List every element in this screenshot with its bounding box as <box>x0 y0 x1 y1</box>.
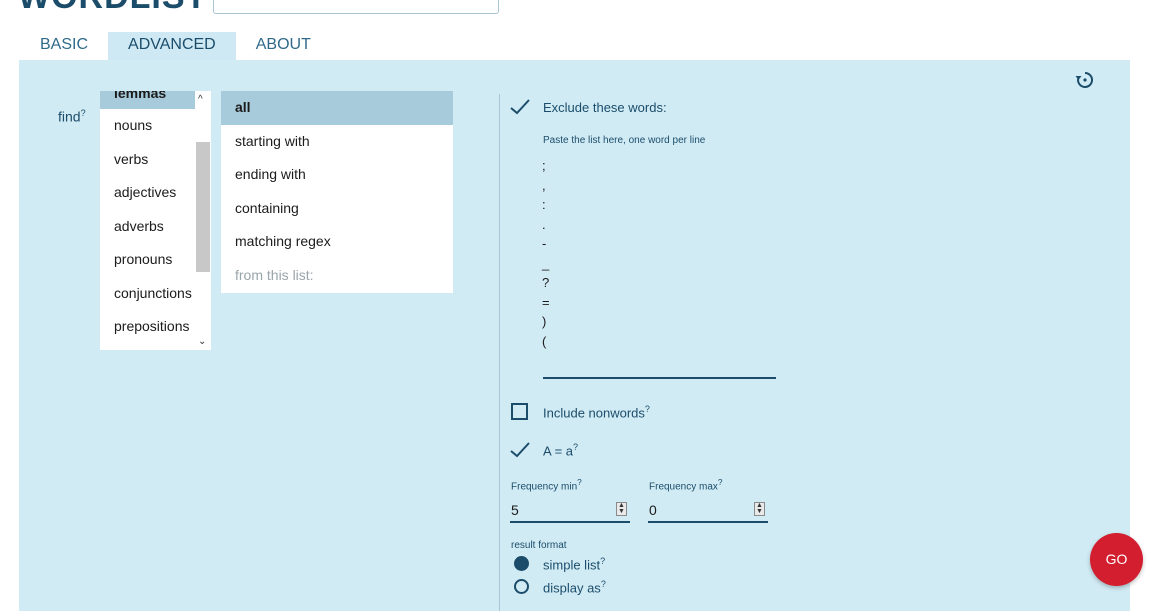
exclude-word: : <box>542 197 546 212</box>
exclude-words-textarea[interactable]: ; , : . - _ ? = ) ( <box>542 156 776 351</box>
match-type-list[interactable]: all starting with ending with containing… <box>221 91 453 293</box>
radio-display-as[interactable] <box>514 579 529 594</box>
include-nonwords-label: Include nonwords? <box>543 404 650 421</box>
exclude-word: . <box>542 216 546 232</box>
help-icon[interactable]: ? <box>718 477 723 487</box>
list-item[interactable]: from this list: <box>221 259 453 293</box>
app-title: WORDLIST <box>18 0 207 17</box>
list-item[interactable]: all <box>221 91 453 125</box>
find-label: find? <box>58 108 86 125</box>
exclude-word: ( <box>542 333 547 349</box>
list-item[interactable]: ending with <box>221 158 453 192</box>
scroll-up-icon[interactable]: ^ <box>198 94 203 105</box>
exclude-word: ; <box>542 158 546 173</box>
exclude-word: _ <box>542 255 550 271</box>
list-item[interactable]: matching regex <box>221 225 453 259</box>
stepper-icon[interactable]: ▲ ▼ <box>616 502 627 516</box>
exclude-hint: Paste the list here, one word per line <box>543 135 706 146</box>
frequency-min-value: 5 <box>511 502 519 518</box>
help-icon[interactable]: ? <box>81 108 86 118</box>
case-insensitive-label: A = a? <box>543 442 579 459</box>
include-nonwords-checkbox[interactable] <box>511 403 528 420</box>
exclude-word: = <box>542 294 550 310</box>
tab-about[interactable]: ABOUT <box>236 32 331 60</box>
frequency-max-label: Frequency max? <box>649 477 723 493</box>
exclude-label: Exclude these words: <box>543 100 667 115</box>
frequency-min-label: Frequency min? <box>511 477 582 493</box>
radio-simple-list[interactable] <box>514 556 529 571</box>
search-input[interactable] <box>213 0 499 14</box>
tab-basic[interactable]: BASIC <box>19 32 108 60</box>
go-button[interactable]: GO <box>1090 533 1143 586</box>
result-format-label: result format <box>511 540 567 551</box>
tab-advanced[interactable]: ADVANCED <box>108 32 236 60</box>
tab-bar: BASIC ADVANCED ABOUT <box>19 32 331 60</box>
scroll-down-icon[interactable]: ⌄ <box>198 336 206 347</box>
reset-history-icon[interactable] <box>1075 70 1095 90</box>
exclude-word: - <box>542 236 547 251</box>
help-icon[interactable]: ? <box>573 442 578 452</box>
exclude-word: ) <box>542 314 547 329</box>
scrollbar-thumb[interactable] <box>196 142 210 272</box>
help-icon[interactable]: ? <box>600 556 605 566</box>
frequency-min-input[interactable]: 5 ▲ ▼ <box>510 499 630 523</box>
frequency-max-input[interactable]: 0 ▲ ▼ <box>648 499 768 523</box>
exclude-word: ? <box>542 275 550 290</box>
textarea-underline <box>543 377 776 379</box>
help-icon[interactable]: ? <box>601 579 606 589</box>
simple-list-label: simple list? <box>543 556 606 573</box>
list-item[interactable]: containing <box>221 192 453 226</box>
exclude-word: , <box>542 177 546 193</box>
display-as-label: display as? <box>543 579 606 596</box>
help-icon[interactable]: ? <box>577 477 582 487</box>
column-divider <box>499 94 500 611</box>
list-item[interactable]: starting with <box>221 125 453 159</box>
stepper-icon[interactable]: ▲ ▼ <box>754 502 765 516</box>
help-icon[interactable]: ? <box>645 404 650 414</box>
checkmark-icon[interactable] <box>510 99 530 115</box>
frequency-max-value: 0 <box>649 502 657 518</box>
checkmark-icon[interactable] <box>510 442 530 458</box>
